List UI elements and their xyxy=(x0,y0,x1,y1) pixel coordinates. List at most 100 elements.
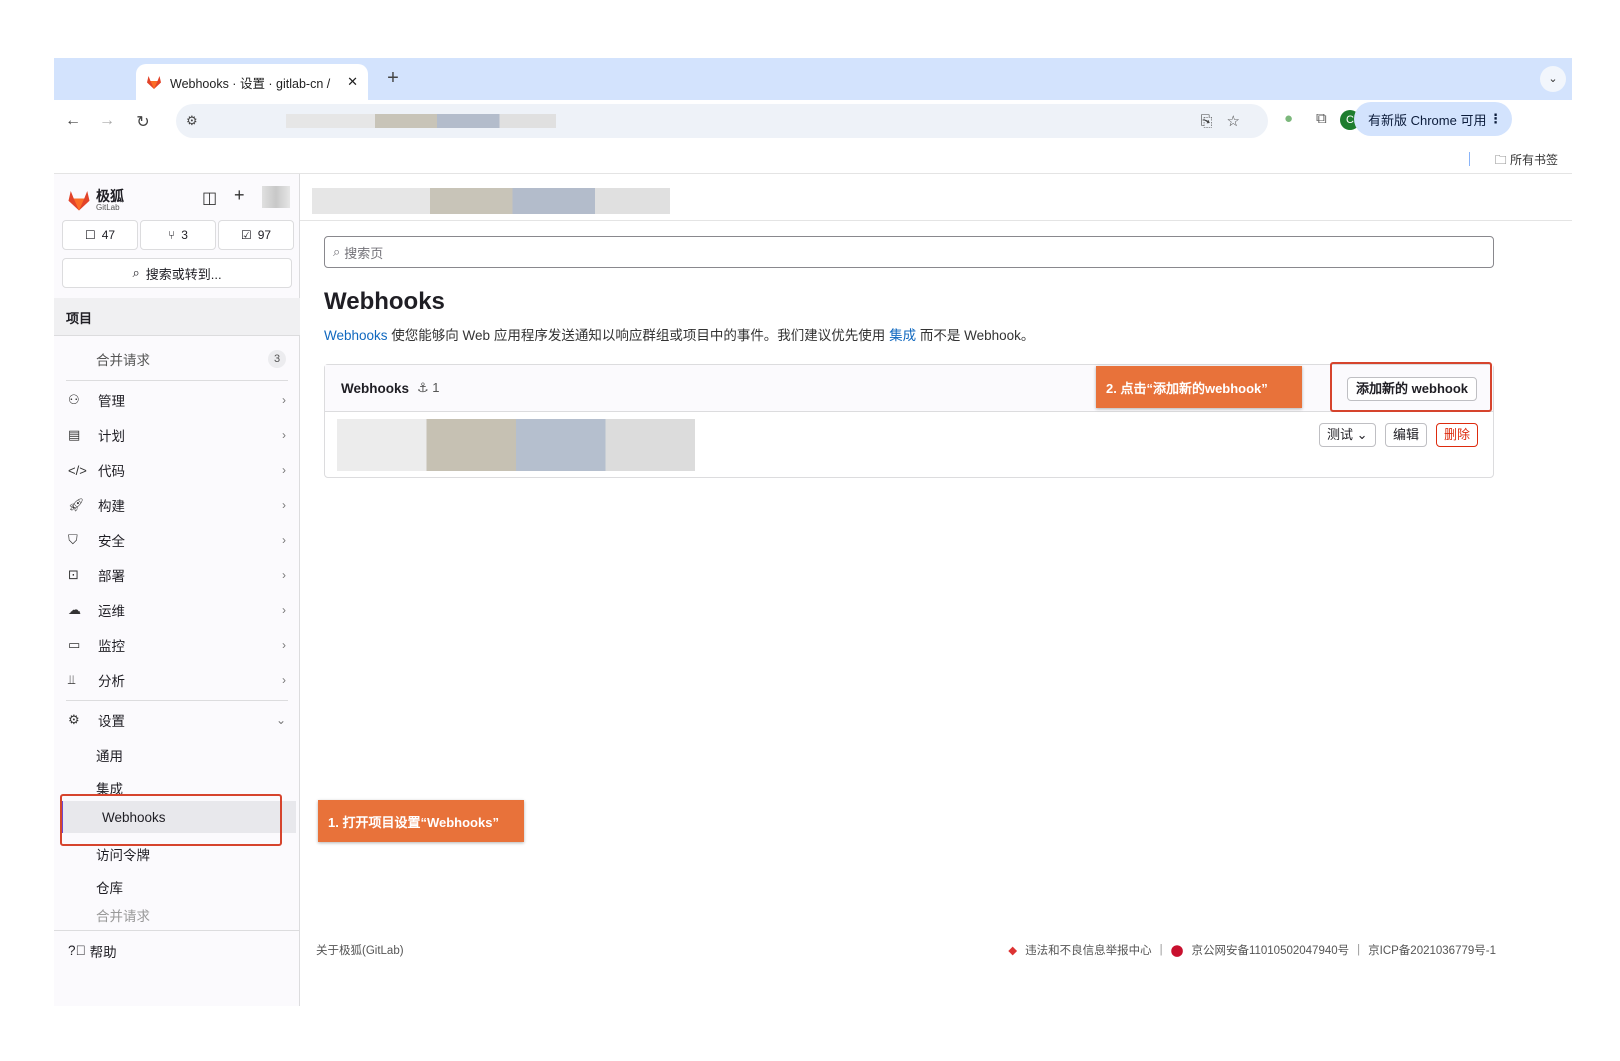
icp-link[interactable]: 京ICP备2021036779号-1 xyxy=(1368,942,1496,958)
tab-webhooks[interactable]: Webhooks · 设置 · gitlab-cn / ✕ xyxy=(136,64,368,100)
sidebar-item-label: 设置 xyxy=(98,714,125,729)
merge-request-icon: ⑂ xyxy=(168,228,176,242)
annotation-step-2: 2. 点击“添加新的webhook” xyxy=(1096,366,1302,408)
tab-close-icon[interactable]: ✕ xyxy=(347,74,358,90)
page-title: Webhooks xyxy=(324,288,445,315)
back-icon[interactable]: ← xyxy=(62,112,84,130)
sidebar-item-secure[interactable]: ⛉ 安全 › xyxy=(54,523,300,557)
extension-dot-icon[interactable]: ● xyxy=(1284,110,1293,127)
card-title: Webhooks xyxy=(341,380,410,396)
deploy-icon: ⊡ xyxy=(68,567,79,582)
integrations-link[interactable]: 集成 xyxy=(889,328,916,343)
todos-count: 97 xyxy=(257,228,272,242)
sidebar-divider xyxy=(66,380,288,381)
address-bar[interactable]: ⚙ ⎘☆ xyxy=(176,104,1268,138)
bookmarks-divider xyxy=(1469,152,1470,166)
delete-webhook-button[interactable]: 删除 xyxy=(1436,423,1479,447)
sidebar-item-analyze[interactable]: ⫫ 分析 › xyxy=(54,663,300,697)
tab-strip: Webhooks · 设置 · gitlab-cn / ✕ + ⌄ xyxy=(54,58,1572,100)
issues-count: 47 xyxy=(101,228,116,242)
sidebar-subitem-merge-requests[interactable]: 合并请求 xyxy=(54,898,300,932)
sidebar-subitem-label: 合并请求 xyxy=(96,909,150,924)
tab-search-icon[interactable]: ⌄ xyxy=(1540,66,1566,92)
all-bookmarks-label: 所有书签 xyxy=(1509,153,1558,167)
search-icon: ⌕ xyxy=(333,244,341,259)
logo-subtitle: GitLab xyxy=(96,202,120,212)
all-bookmarks-button[interactable]: 🗀 所有书签 xyxy=(1495,151,1558,172)
forward-icon[interactable]: → xyxy=(96,112,118,130)
report-logo-icon: ◆ xyxy=(1008,945,1018,957)
sidebar-subitem-label: 访问令牌 xyxy=(96,848,150,863)
header-divider xyxy=(300,220,1572,221)
extensions-icon[interactable]: ⧉ xyxy=(1316,110,1327,127)
sidebar-item-operate[interactable]: ☁ 运维 › xyxy=(54,593,300,627)
merge-requests-count: 3 xyxy=(181,228,188,242)
sidebar-item-label: 构建 xyxy=(98,499,125,514)
sidebar-item-code[interactable]: </> 代码 › xyxy=(54,453,300,487)
highlight-webhooks-menu xyxy=(60,794,282,846)
sidebar-item-deploy[interactable]: ⊡ 部署 › xyxy=(54,558,300,592)
bookmark-star-icon[interactable]: ☆ xyxy=(1227,113,1254,130)
anchor-icon: ⚓︎ xyxy=(417,380,429,395)
tab-title: Webhooks · 设置 · gitlab-cn / xyxy=(170,76,331,91)
gitlab-logo-icon xyxy=(68,191,90,211)
help-button[interactable]: ?⃝ 帮助 xyxy=(54,930,300,970)
issues-counter[interactable]: ☐ 47 xyxy=(62,220,138,250)
todos-counter[interactable]: ☑ 97 xyxy=(218,220,294,250)
sidebar-item-manage[interactable]: ⚇ 管理 › xyxy=(54,383,300,417)
sidebar-item-label: 代码 xyxy=(98,464,125,479)
sidebar-subitem-label: 仓库 xyxy=(96,881,123,896)
sidebar-search-button[interactable]: ⌕ 搜索或转到... xyxy=(62,258,292,288)
page-search-placeholder: 搜索页 xyxy=(344,245,384,261)
update-label: 有新版 Chrome 可用 xyxy=(1368,112,1487,128)
reload-icon[interactable]: ↻ xyxy=(132,112,154,132)
sidebar-item-plan[interactable]: ▤ 计划 › xyxy=(54,418,300,452)
about-link[interactable]: 关于极狐(GitLab) xyxy=(316,942,404,958)
todo-icon: ☑ xyxy=(240,228,252,242)
webhooks-card: Webhooks ⚓︎ 1 添加新的 webhook 测试 ⌄ 编辑 删除 xyxy=(324,364,1494,478)
chevron-right-icon: › xyxy=(282,638,286,652)
create-new-icon[interactable]: + xyxy=(234,185,245,206)
description-text: 使您能够向 Web 应用程序发送通知以响应群组或项目中的事件。我们建议优先使用 xyxy=(387,328,890,343)
code-icon: </> xyxy=(68,462,87,478)
webhooks-card-header: Webhooks ⚓︎ 1 添加新的 webhook xyxy=(325,365,1493,412)
install-icon[interactable]: ⎘ xyxy=(1201,113,1227,130)
monitor-icon: ▭ xyxy=(68,637,81,652)
page-search-input[interactable]: ⌕ 搜索页 xyxy=(324,236,1494,268)
sidebar-toggle-icon[interactable]: ◫ xyxy=(202,188,217,208)
sidebar-item-settings[interactable]: ⚙ 设置 ⌄ xyxy=(54,703,300,737)
description-text-end: 而不是 Webhook。 xyxy=(916,328,1035,343)
gitlab-logo[interactable]: 极狐 GitLab xyxy=(66,188,124,212)
new-tab-button[interactable]: + xyxy=(380,66,406,92)
sidebar-item-pinned-merge-requests[interactable]: 合并请求 3 xyxy=(54,342,300,376)
merge-requests-counter[interactable]: ⑂ 3 xyxy=(140,220,216,250)
edit-webhook-button[interactable]: 编辑 xyxy=(1385,423,1428,447)
users-icon: ⚇ xyxy=(68,392,80,407)
sidebar-divider xyxy=(66,700,288,701)
webhook-count: ⚓︎ 1 xyxy=(417,380,440,396)
annotation-step-1: 1. 打开项目设置“Webhooks” xyxy=(318,800,524,842)
chevron-right-icon: › xyxy=(282,603,286,617)
gear-icon: ⚙ xyxy=(68,712,80,727)
sidebar-item-build[interactable]: 🚀︎ 构建 › xyxy=(54,488,300,522)
user-avatar[interactable] xyxy=(262,186,290,208)
menu-dots-icon[interactable]: ⋮ xyxy=(1489,111,1502,127)
sidebar-item-monitor[interactable]: ▭ 监控 › xyxy=(54,628,300,662)
sidebar-search-label: 搜索或转到... xyxy=(145,266,222,282)
site-info-icon[interactable]: ⚙ xyxy=(186,113,198,129)
main-content: ⌕ 搜索页 Webhooks Webhooks 使您能够向 Web 应用程序发送通… xyxy=(300,174,1572,1006)
bookmarks-bar: 🗀 所有书签 xyxy=(54,144,1572,174)
address-actions: ⎘☆ xyxy=(1201,112,1254,130)
merge-requests-badge: 3 xyxy=(268,350,286,368)
chrome-update-button[interactable]: 有新版 Chrome 可用 ⋮ xyxy=(1354,102,1512,136)
breadcrumb-redacted xyxy=(312,188,670,214)
sidebar-subitem-general[interactable]: 通用 xyxy=(54,738,300,772)
test-webhook-dropdown[interactable]: 测试 ⌄ xyxy=(1319,423,1376,447)
police-record-link[interactable]: 京公网安备11010502047940号 xyxy=(1191,942,1349,958)
sidebar-section-title: 项目 xyxy=(54,298,300,336)
sidebar: 极狐 GitLab ◫ + ☐ 47 ⑂ 3 ☑ 97 ⌕ 搜索或转到... 项目 合并… xyxy=(54,174,300,1006)
webhooks-doc-link[interactable]: Webhooks xyxy=(324,328,388,343)
shield-icon: ⛉ xyxy=(68,532,78,547)
report-link[interactable]: 违法和不良信息举报中心 xyxy=(1025,942,1152,958)
chevron-down-icon: ⌄ xyxy=(1356,427,1368,442)
